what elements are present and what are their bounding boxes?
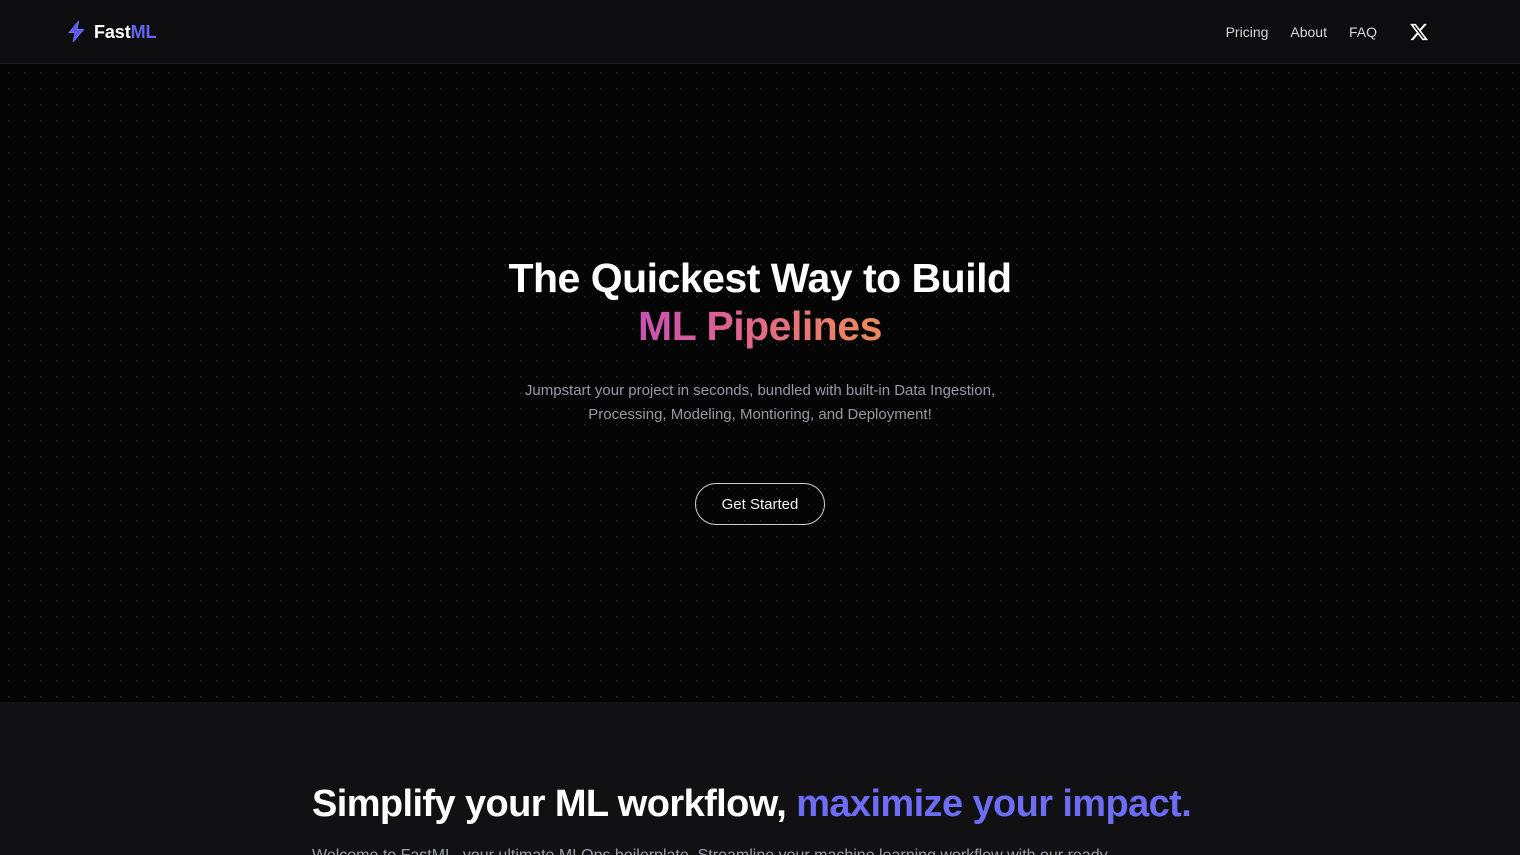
x-twitter-icon: [1409, 22, 1429, 42]
features-content: Simplify your ML workflow, maximize your…: [0, 702, 1520, 855]
hero-subtitle: Jumpstart your project in seconds, bundl…: [524, 381, 996, 424]
hero-title-line-2: ML Pipelines: [508, 302, 1011, 350]
brand-text-second: ML: [130, 21, 157, 42]
main-navigation: Pricing About FAQ: [1215, 15, 1436, 49]
hero-section: The Quickest Way to Build ML Pipelines J…: [0, 64, 1520, 702]
lightning-bolt-icon: [66, 20, 87, 43]
features-title: Simplify your ML workflow, maximize your…: [312, 783, 1208, 826]
brand-text: FastML: [94, 21, 157, 42]
hero-content: The Quickest Way to Build ML Pipelines J…: [0, 64, 1520, 526]
hero-cta-wrapper: Get Started: [694, 483, 826, 526]
brand-logo[interactable]: FastML: [66, 20, 157, 43]
nav-item-faq[interactable]: FAQ: [1338, 19, 1388, 45]
features-title-plain: Simplify your ML workflow,: [312, 783, 797, 825]
nav-item-pricing[interactable]: Pricing: [1215, 19, 1280, 45]
brand-text-first: Fast: [94, 21, 131, 42]
site-header: FastML Pricing About FAQ: [0, 0, 1520, 64]
x-twitter-link[interactable]: [1402, 15, 1436, 49]
nav-item-about[interactable]: About: [1279, 19, 1338, 45]
features-title-accent: maximize your impact.: [796, 783, 1192, 825]
hero-title-line-1: The Quickest Way to Build: [508, 255, 1012, 301]
page-root: FastML Pricing About FAQ The Quickest Wa…: [0, 0, 1520, 855]
hero-title: The Quickest Way to Build ML Pipelines: [508, 254, 1012, 351]
features-section: Simplify your ML workflow, maximize your…: [0, 702, 1520, 855]
get-started-button[interactable]: Get Started: [694, 483, 826, 526]
features-body-text: Welcome to FastML, your ultimate MLOps b…: [312, 843, 1208, 855]
